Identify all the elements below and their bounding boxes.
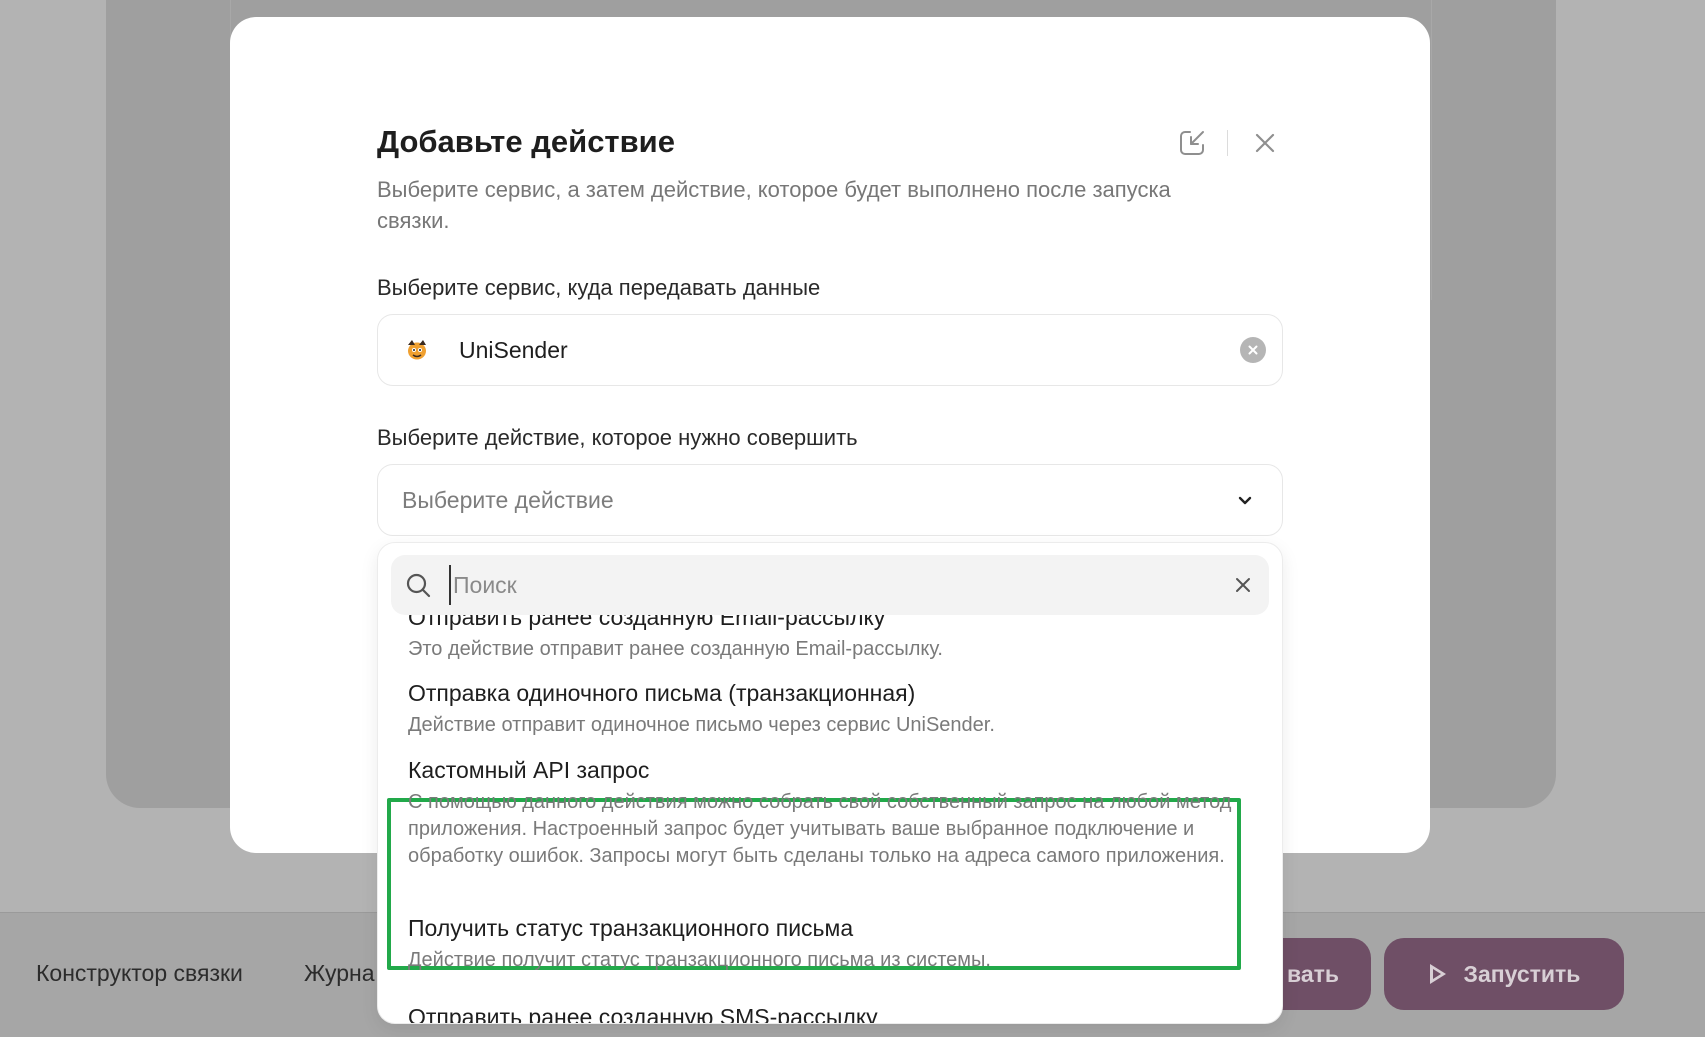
list-item[interactable]: Получить статус транзакционного письма Д… xyxy=(408,914,1238,974)
tab-builder[interactable]: Конструктор связки xyxy=(36,960,243,987)
modal-title: Добавьте действие xyxy=(377,124,675,159)
list-item[interactable]: Отправить ранее созданную SMS-рассылку xyxy=(408,1003,1238,1024)
collapse-icon[interactable] xyxy=(1177,128,1207,158)
service-select[interactable]: UniSender xyxy=(377,314,1283,386)
action-dropdown: Отправить ранее созданную Email-рассылку… xyxy=(377,542,1283,1024)
list-item-title: Получить статус транзакционного письма xyxy=(408,915,854,941)
action-placeholder: Выберите действие xyxy=(402,487,614,513)
close-icon[interactable] xyxy=(1233,575,1253,595)
action-select[interactable]: Выберите действие xyxy=(377,464,1283,536)
list-item[interactable]: Отправить ранее созданную Email-рассылку… xyxy=(408,615,1238,663)
modal-subtitle: Выберите сервис, а затем действие, котор… xyxy=(377,177,1171,233)
chevron-down-icon xyxy=(1238,496,1252,505)
search-box xyxy=(391,555,1269,615)
service-value: UniSender xyxy=(459,337,568,363)
unisender-logo-icon xyxy=(408,340,426,360)
run-button-label: Запустить xyxy=(1463,960,1581,987)
list-item-description: Это действие отправит ранее созданную Em… xyxy=(408,638,943,660)
list-item-title: Отправить ранее созданную Email-рассылку xyxy=(408,615,886,630)
play-icon xyxy=(1428,964,1446,984)
list-item-custom-api[interactable]: Кастомный API запрос С помощью данного д… xyxy=(408,756,1238,870)
list-item-description: С помощью данного действия можно собрать… xyxy=(408,791,1232,867)
action-label: Выберите действие, которое нужно соверши… xyxy=(377,425,858,450)
action-list: Отправить ранее созданную Email-рассылку… xyxy=(378,615,1282,1024)
list-item-title: Кастомный API запрос xyxy=(408,757,650,783)
close-icon[interactable] xyxy=(1250,128,1280,158)
clear-service-button[interactable] xyxy=(1240,337,1266,363)
list-item-description: Действие отправит одиночное письмо через… xyxy=(408,714,995,736)
list-item-title: Отправка одиночного письма (транзакционн… xyxy=(408,680,916,706)
list-item-description: Действие получит статус транзакционного … xyxy=(408,949,991,971)
search-input[interactable] xyxy=(449,565,1209,605)
tab-journal[interactable]: Журна xyxy=(304,960,375,987)
run-button[interactable]: Запустить xyxy=(1384,938,1624,1010)
clear-icon xyxy=(1248,345,1258,355)
list-item[interactable]: Отправка одиночного письма (транзакционн… xyxy=(408,679,1238,739)
save-button-label: вать xyxy=(1286,960,1340,987)
list-item-title: Отправить ранее созданную SMS-рассылку xyxy=(408,1004,878,1024)
screen: Конструктор связки Журна вать Запустить … xyxy=(0,0,1705,1037)
header-divider xyxy=(1227,130,1228,156)
service-label: Выберите сервис, куда передавать данные xyxy=(377,275,821,300)
search-icon xyxy=(406,573,431,598)
